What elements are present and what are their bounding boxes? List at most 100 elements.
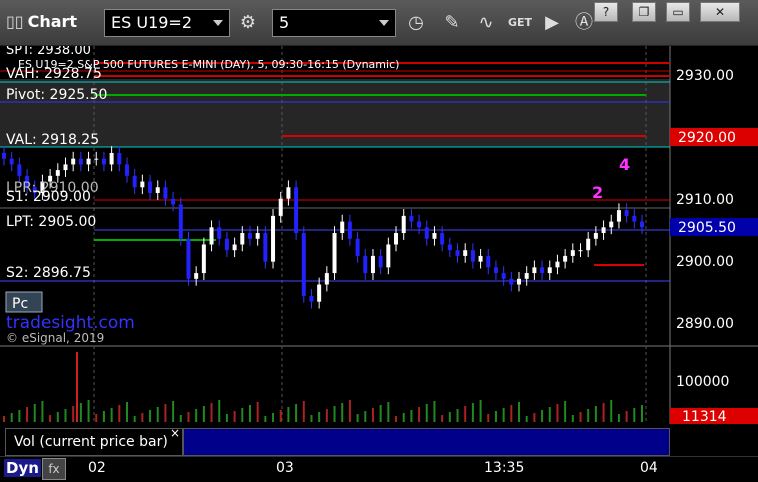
candle-body bbox=[9, 158, 14, 165]
volume-bar bbox=[318, 412, 321, 422]
volume-bar bbox=[287, 407, 290, 422]
candle-body bbox=[501, 273, 506, 279]
study-icon[interactable]: ∿ bbox=[472, 9, 500, 37]
candle-body bbox=[294, 187, 299, 234]
volume-bar bbox=[95, 414, 98, 422]
volume-bar bbox=[64, 409, 67, 422]
get-icon[interactable]: GET bbox=[506, 9, 534, 37]
clock-icon[interactable]: ◷ bbox=[402, 9, 430, 37]
volume-bar bbox=[594, 406, 597, 422]
volume-bar bbox=[641, 405, 643, 422]
candle-body bbox=[463, 250, 468, 256]
vol-bar bbox=[183, 428, 670, 456]
volume-bar bbox=[341, 403, 344, 422]
candle-body bbox=[555, 261, 560, 268]
formula-icon[interactable]: fx bbox=[42, 458, 66, 480]
volume-bar bbox=[602, 403, 605, 422]
volume-bars bbox=[3, 352, 643, 422]
volume-bar bbox=[41, 401, 44, 422]
volume-bar bbox=[218, 400, 221, 422]
close-button[interactable]: ✕ bbox=[700, 2, 740, 22]
volume-bar bbox=[464, 406, 467, 422]
candle-body bbox=[94, 158, 99, 160]
candle-body bbox=[209, 227, 214, 245]
candle-body bbox=[263, 233, 268, 262]
volume-bar bbox=[356, 414, 359, 422]
volume-bar bbox=[433, 401, 436, 422]
restore-button[interactable]: ❐ bbox=[632, 2, 656, 22]
interval-field[interactable]: 5 bbox=[272, 9, 396, 37]
candle-body bbox=[478, 255, 483, 262]
candle-body bbox=[163, 187, 168, 199]
close-icon[interactable]: × bbox=[170, 426, 180, 440]
volume-bar bbox=[102, 411, 105, 422]
play-icon[interactable]: ▶ bbox=[538, 9, 566, 37]
price-tick-2930: 2930.00 bbox=[676, 68, 734, 84]
candle-body bbox=[447, 244, 452, 251]
volume-bar bbox=[125, 402, 128, 422]
volume-bar bbox=[79, 403, 82, 422]
candle-body bbox=[563, 255, 568, 262]
volume-bar bbox=[510, 405, 513, 422]
candle-body bbox=[355, 238, 360, 256]
vol-label[interactable]: Vol (current price bar) bbox=[5, 428, 183, 456]
volume-bar bbox=[10, 413, 13, 422]
pc-badge-label[interactable]: Pc bbox=[12, 296, 28, 312]
copyright: © eSignal, 2019 bbox=[6, 331, 104, 345]
candle-body bbox=[17, 164, 22, 176]
volume-bar bbox=[26, 407, 29, 422]
candle-body bbox=[432, 233, 437, 239]
candle-body bbox=[109, 152, 114, 165]
volume-bar bbox=[264, 416, 267, 422]
candle-body bbox=[601, 227, 606, 234]
volume-bar bbox=[172, 401, 175, 422]
volume-bar bbox=[610, 400, 613, 422]
volume-bar bbox=[494, 411, 497, 422]
volume-bar bbox=[187, 412, 190, 422]
volume-bar bbox=[141, 413, 144, 422]
candle-body bbox=[186, 238, 191, 279]
candle-body bbox=[101, 158, 106, 165]
grip-icon[interactable]: ▯▯ bbox=[6, 12, 24, 31]
candle-body bbox=[148, 181, 153, 193]
chevron-down-icon[interactable] bbox=[379, 20, 389, 26]
price-tick-2890: 2890.00 bbox=[676, 316, 734, 332]
candle-body bbox=[247, 233, 252, 239]
volume-bar bbox=[241, 408, 244, 422]
chevron-down-icon[interactable] bbox=[213, 20, 223, 26]
volume-bar bbox=[348, 400, 351, 422]
vol-current-label: 11314 bbox=[682, 409, 727, 424]
volume-bar bbox=[195, 409, 198, 422]
volume-bar bbox=[325, 409, 328, 422]
candle-body bbox=[240, 233, 245, 245]
volume-bar bbox=[279, 410, 282, 422]
volume-bar bbox=[118, 405, 121, 422]
symbol-field[interactable]: ES U19=2 bbox=[104, 9, 230, 37]
candle-body bbox=[309, 295, 314, 302]
title-bar: ▯▯ Chart ES U19=2 ⚙ 5 ◷ ✎ ∿ GET ▶ Ⓐ ? ❐ ▭… bbox=[0, 0, 758, 46]
volume-bar bbox=[456, 409, 459, 422]
candle-body bbox=[194, 273, 199, 279]
price-chart[interactable]: ES U19=2 S&P 500 FUTURES E-MINI (DAY), 5… bbox=[0, 43, 758, 425]
volume-bar bbox=[633, 408, 636, 422]
level-label-val: VAL: 2918.25 bbox=[6, 132, 99, 148]
candle-body bbox=[401, 215, 406, 234]
volume-bar bbox=[471, 403, 474, 422]
candle-body bbox=[394, 233, 399, 245]
volume-bar bbox=[625, 411, 628, 422]
volume-bar bbox=[441, 415, 444, 422]
x-tick-04: 04 bbox=[640, 460, 658, 476]
candle-body bbox=[532, 267, 537, 274]
candle-body bbox=[317, 284, 322, 302]
volume-bar bbox=[617, 414, 620, 422]
dyn-label[interactable]: Dyn bbox=[4, 459, 41, 477]
candle-body bbox=[632, 215, 637, 222]
candle-body bbox=[370, 255, 375, 274]
pencil-icon[interactable]: ✎ bbox=[438, 9, 466, 37]
settings-icon[interactable]: ⚙ bbox=[234, 9, 262, 37]
candle-body bbox=[417, 221, 422, 228]
candle-body bbox=[55, 170, 60, 176]
minimize-button[interactable]: ▭ bbox=[666, 2, 690, 22]
help-button[interactable]: ? bbox=[594, 2, 618, 22]
volume-bar bbox=[525, 416, 528, 422]
